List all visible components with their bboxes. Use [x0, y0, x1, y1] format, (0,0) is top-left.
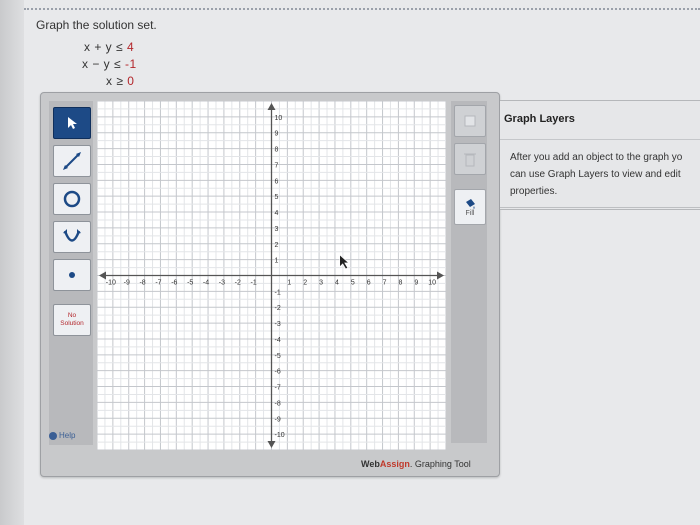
- y-tick-label: -5: [275, 353, 281, 360]
- x-tick-label: 1: [287, 280, 291, 287]
- y-tick-label: -7: [275, 385, 281, 392]
- webassign-brand: WebAssign. Graphing Tool: [361, 459, 471, 469]
- circle-tool-icon: [63, 190, 81, 208]
- y-tick-label: 2: [275, 242, 279, 249]
- x-axis-arrow-left: [99, 271, 106, 280]
- x-tick-label: 9: [414, 280, 418, 287]
- coordinate-grid[interactable]: -10 -9 -8 -7 -6 -5 -4 -3 -2 -1 1 2 3 4 5 6 7 8 9 10 10 9 8 7 6 5 4…: [96, 100, 447, 451]
- question-title: Graph the solution set.: [36, 18, 157, 32]
- x-tick-label: -7: [155, 280, 161, 287]
- y-axis-arrow-down: [267, 441, 276, 448]
- y-tick-label: -3: [275, 321, 281, 328]
- brand-assign: Assign: [379, 459, 410, 469]
- circle-tool-button[interactable]: [53, 183, 91, 215]
- y-tick-label: 8: [275, 147, 279, 154]
- line-tool-icon: [63, 152, 81, 170]
- brand-suffix: . Graphing Tool: [409, 459, 471, 469]
- x-tick-label: -2: [235, 280, 241, 287]
- y-tick-label: -10: [275, 432, 285, 439]
- y-tick-label: 1: [275, 258, 279, 265]
- y-axis-arrow-up: [267, 103, 276, 110]
- y-tick-label: -6: [275, 369, 281, 376]
- no-solution-label-2: Solution: [60, 320, 84, 327]
- layers-text-line-3: properties.: [510, 186, 558, 197]
- no-solution-label-1: No: [67, 312, 77, 319]
- inequality-1: x + y ≤ 4: [84, 40, 134, 54]
- graph-layers-help-text: After you add an object to the graph yo …: [510, 149, 700, 200]
- graph-layers-title: Graph Layers: [504, 113, 575, 125]
- x-axis-arrow-right: [437, 271, 444, 280]
- graph-area[interactable]: -10 -9 -8 -7 -6 -5 -4 -3 -2 -1 1 2 3 4 5 6 7 8 9 10 10 9 8 7 6 5 4…: [96, 100, 447, 451]
- x-tick-label: 2: [303, 280, 307, 287]
- left-toolbar: No Solution: [49, 101, 93, 445]
- parabola-tool-icon: [63, 229, 81, 242]
- no-solution-button[interactable]: No Solution: [53, 304, 91, 336]
- right-toolbar: Fill: [451, 101, 487, 443]
- x-tick-label: -3: [219, 280, 225, 287]
- x-tick-label: 3: [319, 280, 323, 287]
- left-margin: [0, 0, 24, 525]
- x-tick-label: 6: [367, 280, 371, 287]
- x-tick-label: -8: [139, 280, 145, 287]
- layers-divider: [500, 139, 700, 140]
- y-tick-label: -4: [275, 337, 281, 344]
- brand-web: Web: [361, 459, 380, 469]
- x-tick-label: 10: [428, 280, 436, 287]
- line-tool-button[interactable]: [53, 145, 91, 177]
- pointer-tool-button[interactable]: [53, 107, 91, 139]
- y-tick-label: 5: [275, 194, 279, 201]
- layers-bottom-rule: [500, 207, 700, 208]
- x-tick-label: -9: [124, 280, 130, 287]
- x-tick-label: -1: [251, 280, 257, 287]
- x-tick-label: -4: [203, 280, 209, 287]
- help-label: Help: [59, 431, 76, 440]
- y-tick-label: -2: [275, 305, 281, 312]
- y-tick-label: -1: [275, 289, 281, 296]
- x-tick-label: 8: [398, 280, 402, 287]
- y-tick-label: 9: [275, 131, 279, 138]
- inequality-3-rhs: 0: [127, 74, 135, 88]
- fill-label: Fill: [465, 209, 475, 217]
- x-tick-label: -6: [171, 280, 177, 287]
- pointer-tool-icon: [68, 117, 77, 129]
- help-icon: [49, 431, 57, 440]
- y-tick-label: 6: [275, 178, 279, 185]
- x-tick-label: 5: [351, 280, 355, 287]
- y-tick-label: 3: [275, 226, 279, 233]
- x-tick-label: -5: [187, 280, 193, 287]
- y-tick-label: -9: [275, 416, 281, 423]
- x-tick-label: -10: [106, 280, 116, 287]
- y-tick-label: 7: [275, 162, 279, 169]
- inequality-3: x ≥ 0: [106, 74, 134, 88]
- point-tool-button[interactable]: [53, 259, 91, 291]
- header-divider: [24, 8, 700, 10]
- layers-text-line-2: can use Graph Layers to view and edit: [510, 169, 681, 180]
- inequality-1-rhs: 4: [126, 40, 135, 54]
- eraser-icon: [464, 115, 476, 127]
- clear-graph-button[interactable]: [454, 143, 486, 175]
- y-tick-label: 10: [275, 115, 283, 122]
- trash-icon: [464, 153, 476, 167]
- y-tick-label: -8: [275, 400, 281, 407]
- fill-bucket-icon: [466, 198, 475, 209]
- layers-text-line-1: After you add an object to the graph yo: [510, 152, 683, 163]
- fill-button[interactable]: Fill: [454, 189, 486, 225]
- parabola-tool-button[interactable]: [53, 221, 91, 253]
- x-tick-label: 4: [335, 280, 339, 287]
- y-tick-label: 4: [275, 210, 279, 217]
- x-tick-label: 7: [383, 280, 387, 287]
- delete-object-button[interactable]: [454, 105, 486, 137]
- inequality-3-lhs: x ≥: [106, 74, 124, 88]
- help-link[interactable]: Help: [49, 431, 75, 440]
- point-tool-icon: [69, 272, 75, 278]
- inequality-2-rhs: -1: [124, 57, 137, 71]
- graph-layers-panel: Graph Layers After you add an object to …: [500, 100, 700, 210]
- mouse-cursor-icon: [339, 254, 350, 270]
- graphing-tool: No Solution Help -10 -9 -8 -7 -6 -5 -4 -3 -2 -1 1 2…: [40, 92, 500, 477]
- inequality-2: x − y ≤ -1: [82, 57, 137, 71]
- inequality-2-lhs: x − y ≤: [82, 57, 122, 71]
- inequality-1-lhs: x + y ≤: [84, 40, 124, 54]
